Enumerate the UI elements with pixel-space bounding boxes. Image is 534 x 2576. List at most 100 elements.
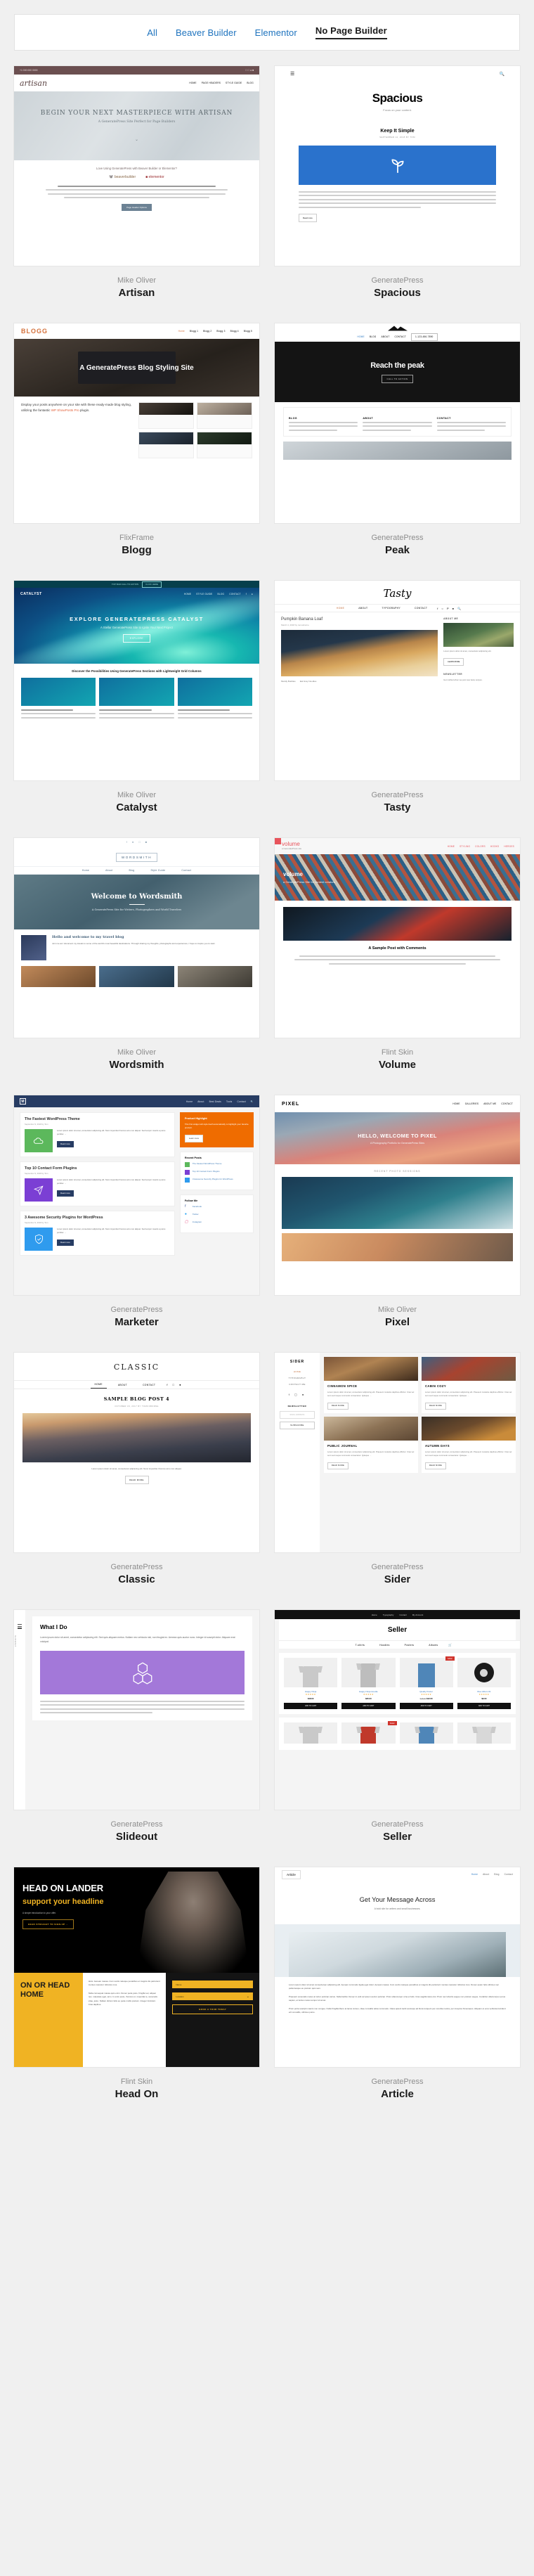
twitter-icon[interactable]: ●: [132, 840, 134, 844]
filter-no-page-builder[interactable]: No Page Builder: [315, 25, 387, 39]
product-card[interactable]: Woo Album #1 ★★★★★ $9.00 ADD TO CART: [457, 1658, 511, 1709]
nav-item[interactable]: Contact: [177, 868, 195, 874]
sider-email-input[interactable]: EMAIL ADDRESS: [280, 1411, 315, 1419]
follow-label[interactable]: Instagram: [193, 1221, 202, 1224]
marketer-nav[interactable]: Home About Best Deals Tools Contact 🔍: [186, 1100, 254, 1103]
theme-preview-article[interactable]: Article Home About Blog Contact Get Your…: [275, 1867, 520, 2067]
nav-item[interactable]: HOME: [448, 845, 455, 848]
nav-item[interactable]: Typography: [383, 1614, 394, 1616]
nav-item[interactable]: GALLERIES: [465, 1102, 479, 1105]
sider-card-title[interactable]: CINNAMON SPICE: [327, 1384, 415, 1388]
product-card[interactable]: SALE! Quality Poster ★★★★★ $18.00 $12.00…: [399, 1656, 455, 1709]
nav-item[interactable]: Tools: [226, 1100, 232, 1103]
filter-elementor[interactable]: Elementor: [255, 27, 297, 38]
nav-item[interactable]: CONTACT ME: [280, 1383, 315, 1386]
nav-item[interactable]: CONTACT: [229, 593, 241, 595]
gallery-image[interactable]: [177, 966, 252, 987]
blogg-tile[interactable]: [196, 402, 252, 429]
theme-card-head-on[interactable]: HEAD ON LANDER support your headline A s…: [14, 1867, 259, 2125]
nav-item[interactable]: My Account: [412, 1614, 424, 1616]
catalyst-card[interactable]: [177, 678, 252, 706]
theme-card-artisan[interactable]: +1 000 000 0000   ● ■ artisan HOME PAG…: [14, 66, 259, 323]
twitter-icon[interactable]: ●: [252, 593, 253, 595]
nav-item[interactable]: PAGE HEADERS: [202, 82, 221, 84]
recent-post-item[interactable]: 3 Awesome Security Plugins for WordPress: [184, 1178, 249, 1183]
theme-preview-sider[interactable]: SIDER HOME TYPOGRAPHY CONTACT ME f ▢ ● N…: [275, 1353, 520, 1552]
theme-card-classic[interactable]: CLASSIC HOME ABOUT CONTACT f □ ● SAMPLE …: [14, 1353, 259, 1610]
sider-read-more[interactable]: READ MORE: [327, 1462, 349, 1469]
theme-card-sider[interactable]: SIDER HOME TYPOGRAPHY CONTACT ME f ▢ ● N…: [275, 1353, 520, 1610]
sider-read-more[interactable]: READ MORE: [327, 1402, 349, 1410]
slideout-rail[interactable]: SLIDEOUT: [14, 1610, 25, 1810]
seller-top-nav[interactable]: Home Typography Contact My Account: [275, 1610, 520, 1619]
nav-item[interactable]: CONTACT: [138, 1382, 159, 1388]
wordsmith-nav[interactable]: Home About Blog Style Guide Contact: [14, 866, 259, 875]
nav-item[interactable]: Albums: [424, 1642, 442, 1648]
article-nav[interactable]: Home About Blog Contact: [471, 1873, 513, 1876]
nav-item[interactable]: HOME: [90, 1382, 107, 1389]
theme-card-volume[interactable]: volume a GeneratePress site HOME STYLING…: [275, 838, 520, 1095]
search-icon[interactable]: 🔍: [251, 1100, 254, 1103]
nav-item[interactable]: STYLE GUIDE: [196, 593, 212, 595]
nav-item[interactable]: ABOUT: [354, 605, 372, 612]
nav-item[interactable]: Blog: [125, 868, 139, 874]
theme-preview-volume[interactable]: volume a GeneratePress site HOME STYLING…: [275, 838, 520, 1038]
nav-item[interactable]: Blog: [494, 1873, 499, 1876]
cart-icon[interactable]: 🛒: [448, 1643, 452, 1647]
tasty-post-title[interactable]: Pumpkin Banana Loaf: [281, 617, 438, 622]
sider-card-title[interactable]: CABIN COZY: [425, 1384, 512, 1388]
blogg-nav[interactable]: Home Blogg 1 Blogg 2 Blogg 3 Blogg 4 Blo…: [178, 330, 252, 333]
nav-item[interactable]: Hoodies: [375, 1642, 394, 1648]
add-to-cart-button[interactable]: ADD TO CART: [284, 1703, 338, 1709]
filter-all[interactable]: All: [147, 27, 157, 38]
search-icon[interactable]: 🔍: [500, 72, 504, 77]
nav-item[interactable]: Blogg 5: [244, 330, 252, 333]
follow-item[interactable]: ▢ Instagram: [185, 1221, 249, 1225]
pixel-photo-large[interactable]: [282, 1177, 513, 1229]
theme-preview-slideout[interactable]: SLIDEOUT What I Do Lorem ipsum dolor sit…: [14, 1610, 259, 1810]
nav-item[interactable]: ABOUT ME: [483, 1102, 496, 1105]
classic-post-title[interactable]: SAMPLE BLOG POST 4: [14, 1396, 259, 1402]
blogg-tile[interactable]: [138, 402, 194, 429]
theme-preview-catalyst[interactable]: TOP BAR CALL TO ACTION CLICK HERE CATALY…: [14, 581, 259, 780]
theme-card-article[interactable]: Article Home About Blog Contact Get Your…: [275, 1867, 520, 2125]
nav-item[interactable]: Posters: [400, 1642, 419, 1648]
nav-item[interactable]: Blogg 3: [216, 330, 225, 333]
theme-preview-classic[interactable]: CLASSIC HOME ABOUT CONTACT f □ ● SAMPLE …: [14, 1353, 259, 1552]
follow-label[interactable]: Facebook: [193, 1205, 202, 1209]
recent-post-title[interactable]: Top 10 Contact Form Plugins: [193, 1170, 220, 1173]
nav-item[interactable]: HOME: [357, 335, 364, 338]
nav-item[interactable]: HOME: [184, 593, 191, 595]
marketer-highlight-button[interactable]: Learn more: [184, 1134, 204, 1142]
sider-read-more[interactable]: READ MORE: [425, 1402, 447, 1410]
pixel-nav[interactable]: HOME GALLERIES ABOUT ME CONTACT: [452, 1102, 513, 1105]
sider-card-title[interactable]: PUBLIC JOURNAL: [327, 1444, 415, 1448]
marketer-post-title[interactable]: 3 Awesome Security Plugins for WordPress: [25, 1216, 170, 1220]
pixel-photo-small[interactable]: [282, 1233, 513, 1261]
volume-nav[interactable]: HOME STYLING COLORS HOOKS HEROES: [448, 845, 514, 848]
marketer-post[interactable]: Top 10 Contact Form Plugins September 9,…: [20, 1161, 175, 1206]
catalyst-hero-button[interactable]: EXPLORE: [122, 634, 151, 643]
marketer-read-more[interactable]: Read more: [57, 1140, 74, 1147]
facebook-icon[interactable]: f: [246, 593, 247, 595]
add-to-cart-button[interactable]: ADD TO CART: [341, 1703, 396, 1709]
follow-label[interactable]: Twitter: [193, 1213, 199, 1216]
peak-cta-button[interactable]: CALL TO ACTION: [381, 374, 414, 383]
theme-preview-peak[interactable]: HOME BLOG ABOUT CONTACT 1-123-456-7890 R…: [275, 323, 520, 523]
nav-item[interactable]: CONTACT: [410, 605, 431, 612]
catalyst-top-button[interactable]: CLICK HERE: [142, 581, 162, 588]
nav-item[interactable]: CONTACT: [501, 1102, 513, 1105]
theme-preview-artisan[interactable]: +1 000 000 0000   ● ■ artisan HOME PAG…: [14, 66, 259, 266]
sider-card-title[interactable]: AUTUMN DAYS: [425, 1444, 512, 1448]
theme-preview-head-on[interactable]: HEAD ON LANDER support your headline A s…: [14, 1867, 259, 2067]
add-to-cart-button[interactable]: ADD TO CART: [457, 1703, 511, 1709]
classic-social-icons[interactable]: f □ ●: [167, 1383, 183, 1386]
theme-card-blogg[interactable]: BLOGG Home Blogg 1 Blogg 2 Blogg 3 Blogg…: [14, 323, 259, 581]
marketer-post-title[interactable]: The Fastest WordPress Theme: [25, 1117, 170, 1121]
sider-social-icons[interactable]: f ▢ ●: [280, 1393, 315, 1396]
sider-nav[interactable]: HOME TYPOGRAPHY CONTACT ME: [280, 1370, 315, 1386]
peak-phone-button[interactable]: 1-123-456-7890: [411, 333, 438, 341]
volume-post-title[interactable]: A Sample Post with Comments: [283, 946, 512, 951]
marketer-post-title[interactable]: Top 10 Contact Form Plugins: [25, 1166, 170, 1171]
nav-item[interactable]: About: [197, 1100, 204, 1103]
